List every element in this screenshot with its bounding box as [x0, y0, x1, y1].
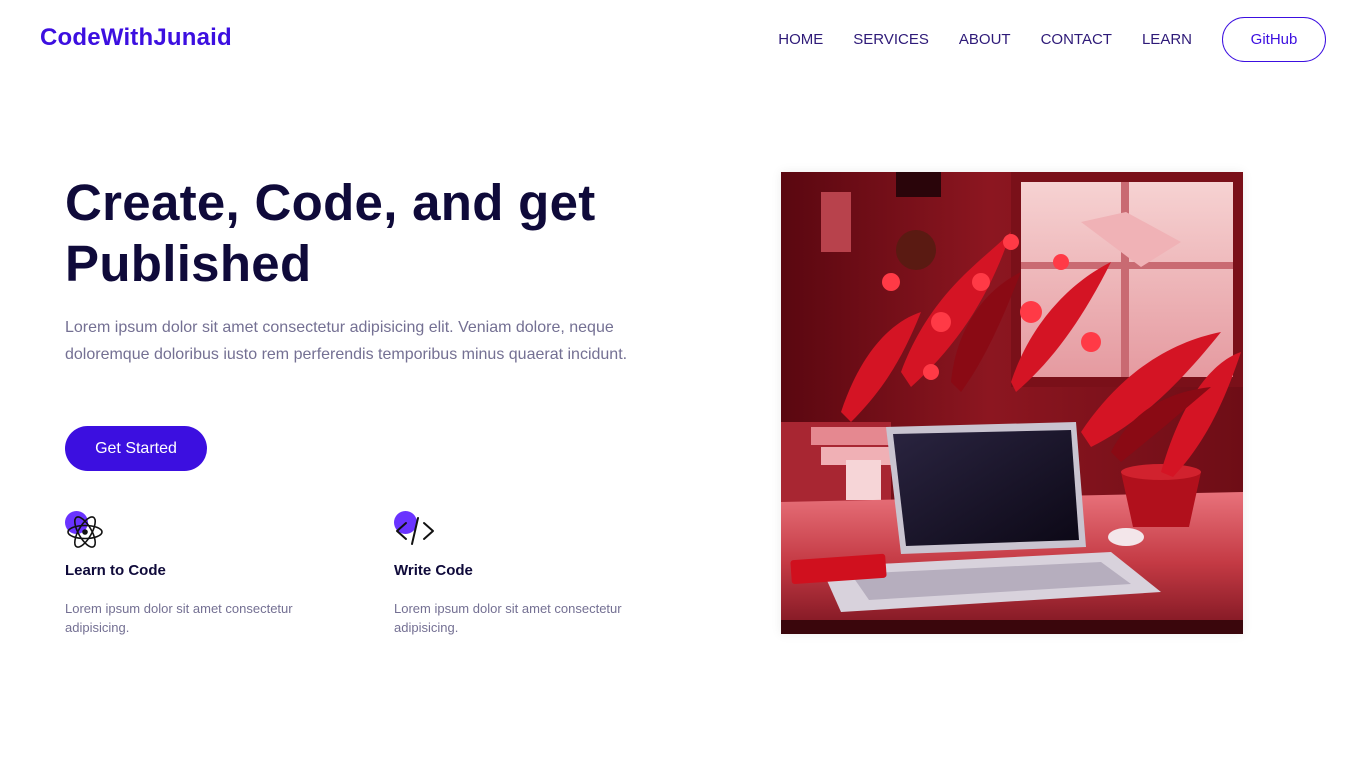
- brand-logo[interactable]: CodeWithJunaid: [40, 24, 232, 52]
- get-started-button[interactable]: Get Started: [65, 426, 207, 471]
- nav-link-learn[interactable]: LEARN: [1142, 31, 1192, 48]
- nav-link-about[interactable]: ABOUT: [959, 31, 1011, 48]
- hero-title: Create, Code, and get Published: [65, 174, 596, 292]
- nav-link-home[interactable]: HOME: [778, 31, 823, 48]
- nav-menu: HOME SERVICES ABOUT CONTACT LEARN GitHub: [778, 17, 1326, 62]
- feature-description: Lorem ipsum dolor sit amet consectetur a…: [394, 601, 622, 635]
- feature-learn-to-code: Learn to Code Lorem ipsum dolor sit amet…: [65, 510, 325, 637]
- nav-link-contact[interactable]: CONTACT: [1041, 31, 1112, 48]
- navbar: CodeWithJunaid HOME SERVICES ABOUT CONTA…: [0, 0, 1366, 80]
- atom-icon: [65, 510, 105, 550]
- hero-image: [781, 172, 1243, 634]
- feature-write-code: Write Code Lorem ipsum dolor sit amet co…: [394, 510, 654, 637]
- code-icon: [394, 510, 434, 550]
- feature-description: Lorem ipsum dolor sit amet consectetur a…: [65, 601, 293, 635]
- nav-link-services[interactable]: SERVICES: [853, 31, 929, 48]
- hero-description: Lorem ipsum dolor sit amet consectetur a…: [65, 319, 628, 363]
- feature-title: Write Code: [394, 562, 473, 579]
- github-button[interactable]: GitHub: [1222, 17, 1326, 62]
- feature-title: Learn to Code: [65, 562, 166, 579]
